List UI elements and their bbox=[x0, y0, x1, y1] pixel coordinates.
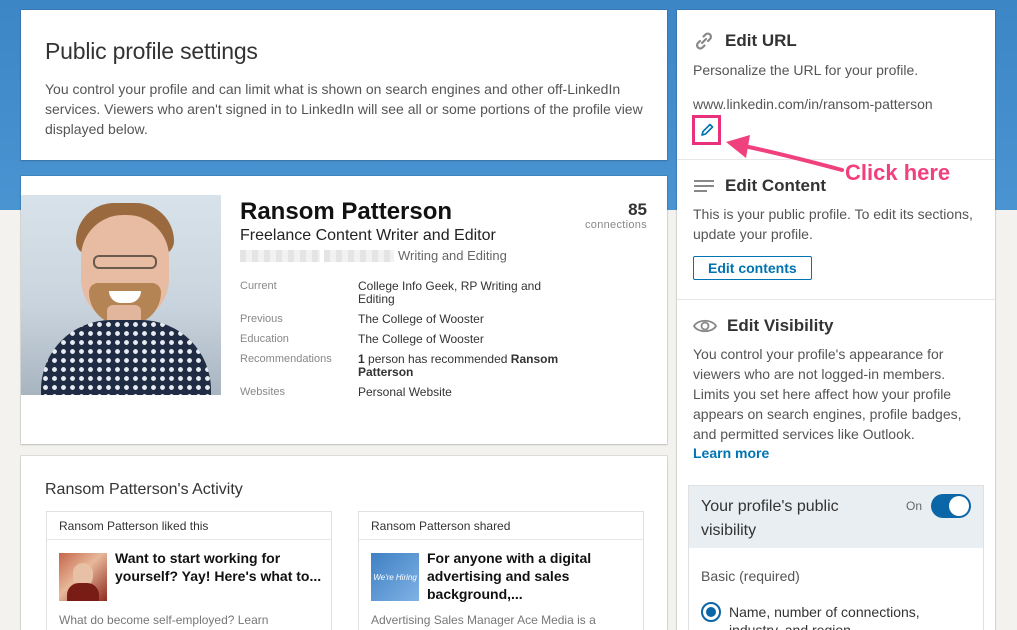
activity-card: Ransom Patterson's Activity Ransom Patte… bbox=[21, 456, 667, 630]
public-visibility-header: Your profile's public visibility On bbox=[689, 486, 983, 548]
info-label: Websites bbox=[240, 386, 286, 398]
profile-photo bbox=[21, 195, 221, 395]
basic-option-label: Name, number of connections, industry, a… bbox=[729, 604, 920, 630]
eye-icon bbox=[692, 318, 718, 334]
public-visibility-toggle[interactable] bbox=[931, 494, 971, 518]
public-settings-card: Public profile settings You control your… bbox=[21, 10, 667, 160]
info-label: Recommendations bbox=[240, 353, 332, 365]
activity-header: Ransom Patterson liked this bbox=[47, 512, 331, 540]
info-value: College Info Geek, RP Writing and Editin… bbox=[358, 279, 541, 306]
profile-headline: Freelance Content Writer and Editor bbox=[240, 227, 496, 244]
info-label: Education bbox=[240, 333, 289, 345]
info-row-current: Current College Info Geek, RP Writing an… bbox=[240, 280, 640, 306]
recommendation-count: 1 bbox=[358, 352, 365, 366]
profile-name: Ransom Patterson bbox=[240, 198, 453, 225]
edit-content-description: This is your public profile. To edit its… bbox=[693, 206, 973, 242]
basic-radio[interactable] bbox=[701, 602, 721, 622]
info-row-previous: Previous The College of Wooster bbox=[240, 313, 640, 326]
activity-title: Ransom Patterson's Activity bbox=[45, 481, 243, 498]
lines-icon bbox=[693, 178, 715, 194]
edit-contents-button[interactable]: Edit contents bbox=[693, 256, 812, 280]
edit-url-description: Personalize the URL for your profile. bbox=[693, 62, 919, 78]
info-row-recommendations: Recommendations 1 person has recommended… bbox=[240, 353, 640, 379]
pencil-icon bbox=[699, 122, 715, 138]
info-value: 1 person has recommended Ransom Patterso… bbox=[358, 353, 578, 379]
activity-snippet: Advertising Sales Manager Ace Media is a bbox=[371, 613, 596, 627]
edit-url-heading: Edit URL bbox=[693, 30, 979, 52]
public-visibility-label: Your profile's public visibility bbox=[701, 498, 839, 539]
connections-count: 85 bbox=[628, 200, 647, 219]
profile-url: www.linkedin.com/in/ransom-patterson bbox=[693, 96, 933, 112]
link-icon bbox=[693, 30, 715, 52]
activity-post-title[interactable]: Want to start working for yourself? Yay!… bbox=[115, 549, 323, 585]
activity-item[interactable]: Ransom Patterson shared We're Hiring For… bbox=[358, 511, 644, 630]
connections-label: connections bbox=[584, 219, 647, 231]
edit-visibility-title: Edit Visibility bbox=[727, 316, 834, 335]
profile-info-table: Current College Info Geek, RP Writing an… bbox=[240, 280, 640, 406]
activity-header: Ransom Patterson shared bbox=[359, 512, 643, 540]
info-label: Current bbox=[240, 280, 277, 292]
annotation-label: Click here bbox=[845, 160, 951, 185]
info-value: The College of Wooster bbox=[358, 312, 484, 326]
info-label: Previous bbox=[240, 313, 283, 325]
redacted-location bbox=[324, 250, 394, 262]
basic-required-label: Basic (required) bbox=[701, 568, 800, 584]
recommendation-text: person has recommended bbox=[364, 352, 511, 366]
info-row-education: Education The College of Wooster bbox=[240, 333, 640, 346]
toggle-knob bbox=[949, 496, 969, 516]
redacted-location bbox=[240, 250, 320, 262]
info-row-websites: Websites Personal Website bbox=[240, 386, 640, 399]
edit-visibility-section: Edit Visibility You control your profile… bbox=[677, 300, 995, 480]
annotation-arrow bbox=[726, 135, 844, 172]
profile-industry: Writing and Editing bbox=[398, 248, 507, 263]
activity-thumbnail bbox=[59, 553, 107, 601]
page-title: Public profile settings bbox=[45, 38, 258, 64]
activity-thumbnail: We're Hiring bbox=[371, 553, 419, 601]
toggle-state-label: On bbox=[906, 499, 923, 513]
public-visibility-panel: Your profile's public visibility On Basi… bbox=[688, 485, 984, 630]
info-value: The College of Wooster bbox=[358, 332, 484, 346]
website-link[interactable]: Personal Website bbox=[358, 386, 578, 399]
learn-more-link[interactable]: Learn more bbox=[693, 445, 769, 461]
activity-snippet: What do become self-employed? Learn bbox=[59, 613, 269, 627]
edit-url-title: Edit URL bbox=[725, 31, 797, 50]
thumbnail-text: We're Hiring bbox=[373, 572, 417, 582]
activity-item[interactable]: Ransom Patterson liked this Want to star… bbox=[46, 511, 332, 630]
edit-url-pencil-button[interactable] bbox=[692, 115, 721, 145]
settings-description: You control your profile and can limit w… bbox=[45, 81, 643, 137]
profile-card: Ransom Patterson Freelance Content Write… bbox=[21, 176, 667, 444]
edit-visibility-description: You control your profile's appearance fo… bbox=[693, 346, 962, 442]
edit-visibility-heading: Edit Visibility bbox=[692, 316, 979, 336]
activity-post-title[interactable]: For anyone with a digital advertising an… bbox=[427, 549, 635, 603]
settings-sidebar: Edit URL Personalize the URL for your pr… bbox=[677, 10, 995, 630]
